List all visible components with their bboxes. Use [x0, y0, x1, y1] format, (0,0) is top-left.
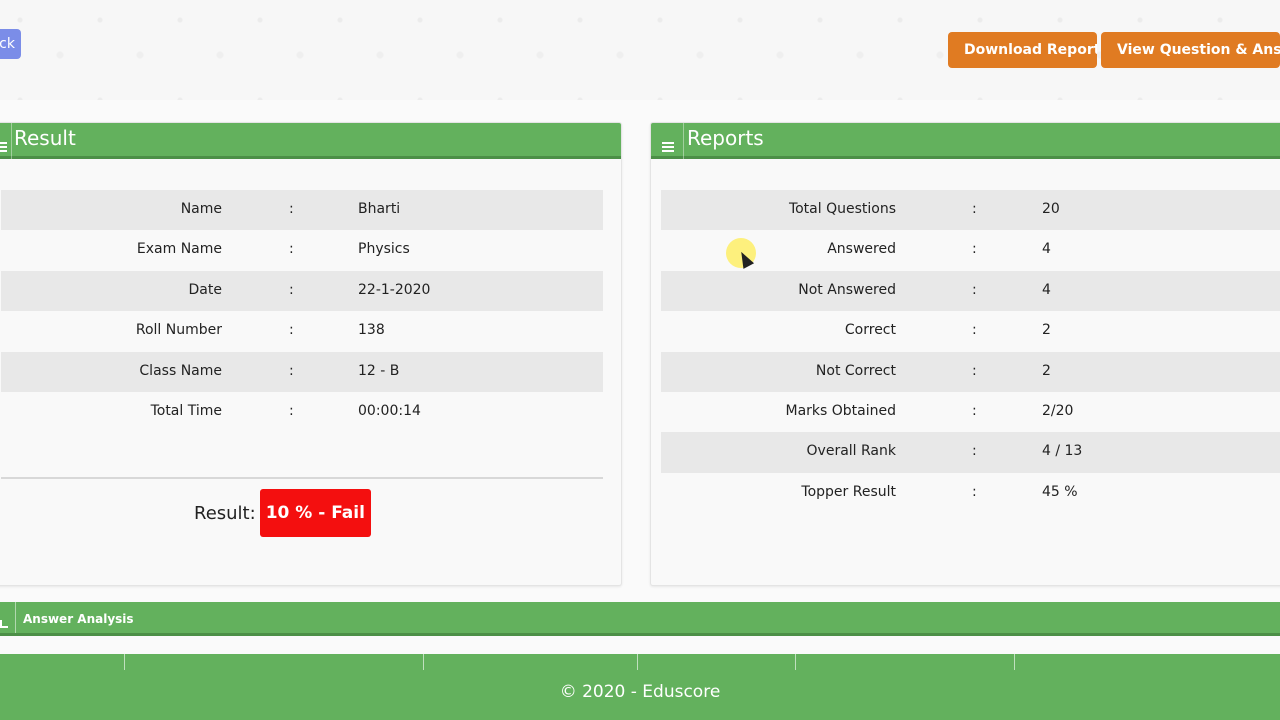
download-report-button[interactable]: Download Report — [948, 32, 1097, 68]
row-value: 12 - B — [358, 362, 400, 379]
table-row: Not Answered : 4 — [661, 270, 1280, 312]
result-header-icon-box — [0, 123, 12, 159]
row-label: Roll Number — [135, 322, 222, 339]
footer-divider — [637, 654, 638, 670]
row-label: Marks Obtained — [785, 402, 896, 419]
table-row: Total Time : 00:00:14 — [1, 392, 603, 432]
row-separator: : — [289, 362, 294, 379]
row-label: Total Time — [150, 402, 222, 419]
row-separator: : — [972, 402, 977, 419]
row-value: 2 — [1042, 362, 1051, 379]
row-value: 4 — [1042, 281, 1051, 298]
row-separator: : — [972, 483, 977, 500]
back-button-label: Back — [0, 36, 15, 52]
footer-divider — [423, 654, 424, 670]
table-row: Exam Name : Physics — [1, 230, 603, 270]
result-summary-label: Result: — [194, 502, 256, 524]
footer-divider — [124, 654, 125, 670]
view-question-answer-button[interactable]: View Question & Answer — [1101, 32, 1280, 68]
row-value: 4 / 13 — [1042, 443, 1083, 460]
footer: © 2020 - Eduscore — [0, 654, 1280, 720]
row-value: 2 — [1042, 322, 1051, 339]
row-value: 45 % — [1042, 483, 1078, 500]
row-value: Physics — [358, 241, 410, 258]
table-row: Marks Obtained : 2/20 — [661, 392, 1280, 432]
footer-copyright: © 2020 - Eduscore — [559, 682, 721, 702]
footer-divider — [795, 654, 796, 670]
row-label: Overall Rank — [806, 443, 896, 460]
row-separator: : — [972, 281, 977, 298]
answer-analysis-header[interactable]: Answer Analysis — [0, 602, 1280, 636]
footer-divider — [1014, 654, 1015, 670]
row-value: 22-1-2020 — [358, 281, 431, 298]
result-summary: Result: 10 % - Fail — [194, 489, 371, 537]
row-separator: : — [289, 322, 294, 339]
chart-icon — [0, 620, 8, 628]
row-separator: : — [289, 241, 294, 258]
row-label: Class Name — [139, 362, 222, 379]
table-row: Name : Bharti — [1, 190, 603, 231]
row-label: Answered — [827, 241, 896, 258]
row-separator: : — [289, 281, 294, 298]
table-row: Overall Rank : 4 / 13 — [661, 432, 1280, 473]
table-row: Total Questions : 20 — [661, 190, 1280, 231]
row-separator: : — [972, 241, 977, 258]
result-status-badge: 10 % - Fail — [259, 489, 371, 537]
result-info-table: Name : Bharti Exam Name : Physics Date :… — [1, 190, 603, 432]
row-label: Total Questions — [788, 201, 896, 217]
reports-panel-title: Reports — [687, 126, 764, 150]
table-row: Topper Result : 45 % — [661, 473, 1280, 513]
row-value: 138 — [358, 322, 385, 339]
row-separator: : — [289, 402, 294, 419]
reports-header-icon-box — [651, 123, 684, 159]
row-separator: : — [972, 322, 977, 339]
reports-info-table: Total Questions : 20 Answered : 4 Not An… — [661, 190, 1280, 513]
row-separator: : — [972, 201, 977, 217]
row-label: Name — [180, 201, 222, 217]
result-panel: Result Name : Bharti Exam Name : Physics… — [0, 122, 622, 586]
row-separator: : — [289, 201, 294, 217]
row-value: 4 — [1042, 241, 1051, 258]
row-label: Not Answered — [798, 281, 896, 298]
table-row: Correct : 2 — [661, 311, 1280, 351]
result-divider — [1, 477, 603, 479]
row-separator: : — [972, 362, 977, 379]
result-panel-title: Result — [14, 126, 76, 150]
row-value: 2/20 — [1042, 402, 1074, 419]
row-label: Not Correct — [815, 362, 896, 379]
row-label: Topper Result — [801, 483, 896, 500]
answer-analysis-title: Answer Analysis — [23, 612, 134, 626]
result-panel-header: Result — [0, 123, 621, 159]
hamburger-icon[interactable] — [662, 142, 674, 152]
row-label: Exam Name — [136, 241, 222, 258]
table-row: Roll Number : 138 — [1, 311, 603, 351]
table-row: Date : 22-1-2020 — [1, 270, 603, 312]
reports-panel-header: Reports — [651, 123, 1280, 159]
table-row: Not Correct : 2 — [661, 351, 1280, 392]
hamburger-icon[interactable] — [0, 142, 7, 152]
back-button[interactable]: Back — [0, 29, 21, 59]
row-label: Date — [188, 281, 222, 298]
table-row: Class Name : 12 - B — [1, 351, 603, 392]
reports-panel: Reports Total Questions : 20 Answered : … — [650, 122, 1280, 586]
row-value: 00:00:14 — [358, 402, 421, 419]
row-label: Correct — [844, 322, 896, 339]
row-separator: : — [972, 443, 977, 460]
row-value: Bharti — [358, 201, 401, 217]
analysis-icon-box — [0, 602, 16, 633]
row-value: 20 — [1042, 201, 1060, 217]
